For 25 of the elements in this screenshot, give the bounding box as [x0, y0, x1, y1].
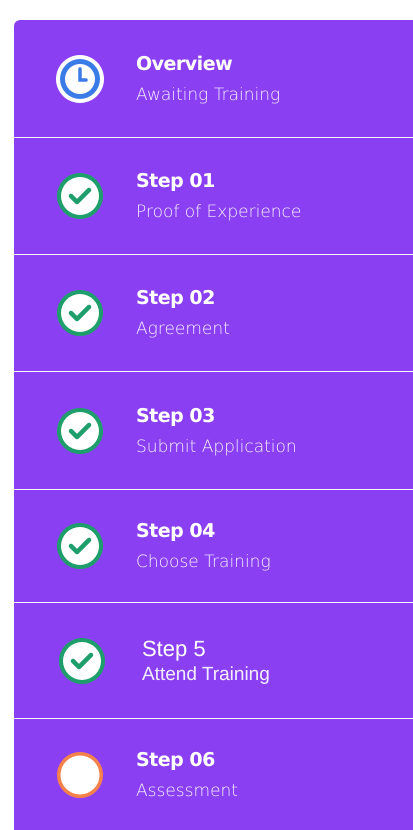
step-subtitle: Submit Application [136, 436, 297, 456]
step-subtitle: Agreement [136, 319, 230, 339]
step-title: Step 06 [136, 748, 216, 770]
step-subtitle: Awaiting Training [136, 84, 280, 104]
step-subtitle: Proof of Experience [136, 202, 302, 222]
step-title: Step 01 [136, 170, 216, 192]
step-title: Step 04 [136, 520, 216, 542]
step-item[interactable]: Step 01 Proof of Experience [14, 138, 413, 254]
step-subtitle: Attend Training [142, 664, 270, 686]
step-item[interactable]: Step 03 Submit Application [14, 372, 413, 489]
step-item[interactable]: Step 06 Assessment [14, 719, 413, 830]
step-item[interactable]: Step 02 Agreement [14, 255, 413, 371]
step-subtitle: Choose Training [136, 552, 271, 572]
step-item[interactable]: Overview Awaiting Training [14, 20, 413, 137]
step-title: Step 03 [136, 404, 216, 426]
step-title: Step 02 [136, 287, 216, 309]
clock-icon [54, 52, 106, 104]
step-title: Step 5 [142, 636, 207, 662]
step-subtitle: Assessment [136, 780, 238, 800]
step-title: Overview [136, 52, 234, 74]
check-icon [54, 287, 106, 339]
check-icon [54, 520, 106, 572]
check-icon [54, 170, 106, 222]
step-item[interactable]: Step 5 Attend Training [14, 603, 413, 718]
step-item[interactable]: Step 04 Choose Training [14, 490, 413, 602]
